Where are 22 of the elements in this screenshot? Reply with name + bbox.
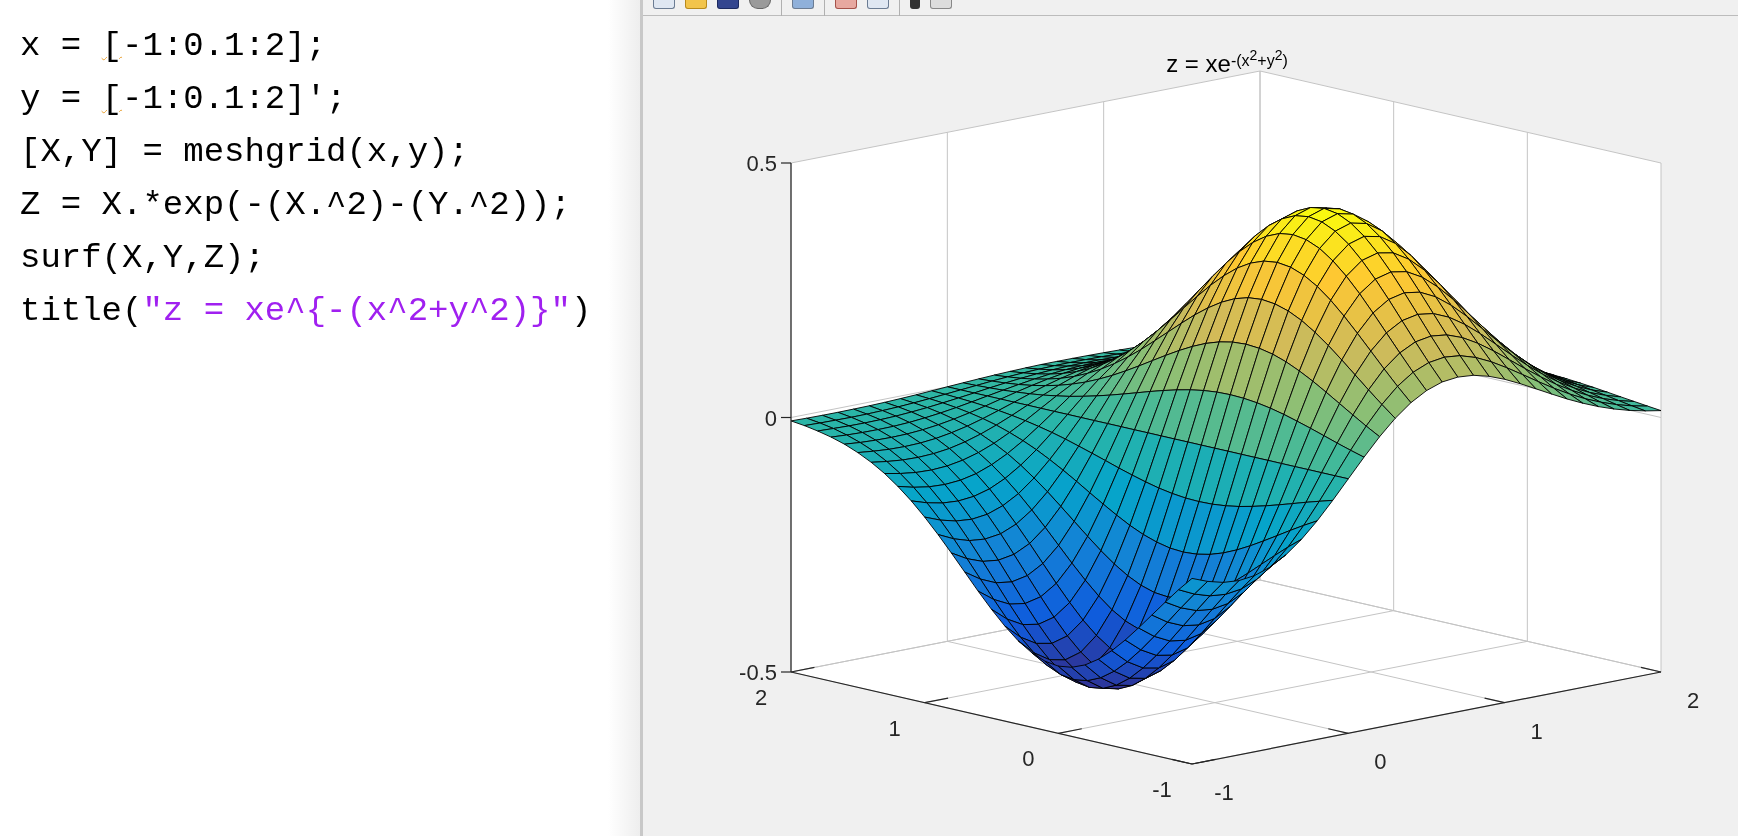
code-line: surf(X,Y,Z); — [20, 238, 266, 279]
tick-label: 0 — [1022, 746, 1035, 772]
toolbar-icon[interactable] — [749, 0, 771, 9]
code-line: Z = X.*exp(-(X.^2)-(Y.^2)); — [20, 185, 572, 226]
tick-label: -1 — [1152, 777, 1172, 802]
tick-label: 1 — [1530, 718, 1543, 744]
tick-label: 0 — [1374, 749, 1387, 775]
code-line: y = [-1:0.1:2]'; — [20, 79, 348, 120]
tick-label: 2 — [754, 685, 768, 710]
code-line: x = [-1:0.1:2]; — [20, 26, 328, 67]
tick-label: 0 — [764, 405, 777, 431]
code-line: [X,Y] = meshgrid(x,y); — [20, 132, 470, 173]
tick-label: -1 — [1214, 780, 1234, 805]
tick-label: 0.5 — [746, 151, 777, 176]
tick-label: 2 — [1686, 688, 1700, 713]
tick-label: 1 — [888, 715, 901, 741]
toolbar-icon[interactable] — [867, 0, 889, 9]
toolbar-icon[interactable] — [653, 0, 675, 9]
tick-label: -0.5 — [739, 660, 777, 685]
toolbar-icon[interactable] — [835, 0, 857, 9]
code-line: title("z = xe^{-(x^2+y^2)}") — [20, 291, 593, 332]
toolbar-icon[interactable] — [930, 0, 952, 9]
